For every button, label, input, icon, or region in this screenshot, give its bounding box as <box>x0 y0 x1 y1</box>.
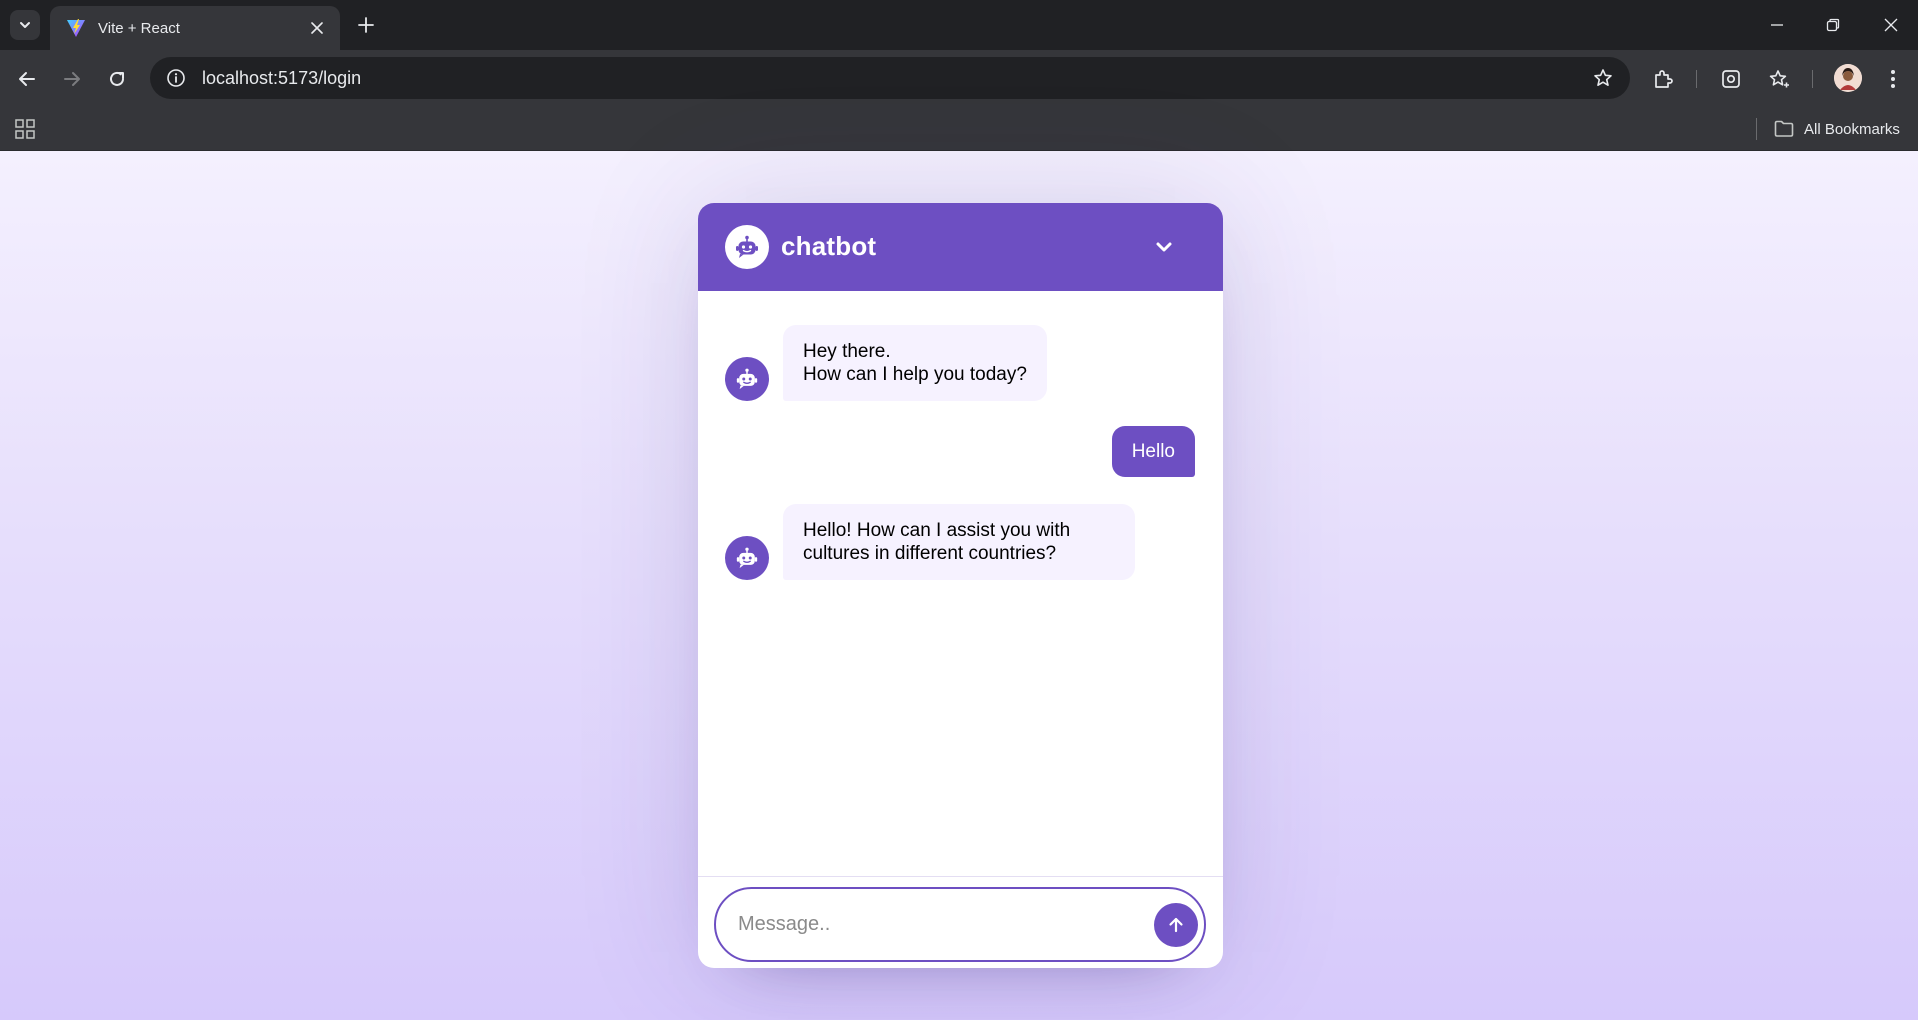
camera-icon <box>1722 70 1740 88</box>
browser-tab[interactable]: Vite + React <box>50 6 340 50</box>
bot-message: Hello! How can I assist you with culture… <box>725 504 1135 580</box>
chat-body: Hey there. How can I help you today? Hel… <box>698 291 1223 876</box>
robot-icon <box>736 547 758 569</box>
bookmark-star-button[interactable] <box>1588 63 1618 93</box>
info-icon <box>167 69 185 87</box>
star-icon <box>1594 69 1612 86</box>
new-tab-button[interactable] <box>352 11 380 39</box>
reload-icon <box>110 71 124 86</box>
arrow-right-icon <box>64 72 80 86</box>
address-bar[interactable]: localhost:5173/login <box>150 57 1630 99</box>
puzzle-icon <box>1655 70 1673 88</box>
page-viewport: chatbot Hey there. How can I help you to… <box>0 151 1918 1020</box>
bot-avatar <box>725 536 769 580</box>
arrow-up-icon <box>1169 917 1183 932</box>
arrow-left-icon <box>19 72 35 86</box>
robot-icon <box>736 368 758 390</box>
bot-message-text: Hello! How can I assist you with culture… <box>783 504 1135 580</box>
tab-search-button[interactable] <box>10 10 40 40</box>
profile-avatar[interactable] <box>1834 64 1862 92</box>
more-vert-icon <box>1891 70 1895 88</box>
bookmarks-divider <box>1756 118 1757 140</box>
tab-close-button[interactable] <box>306 17 328 39</box>
message-input[interactable] <box>738 913 1154 936</box>
collapse-chat-button[interactable] <box>1144 227 1184 267</box>
bookmarks-bar: All Bookmarks <box>0 108 1918 151</box>
chat-footer <box>698 876 1223 968</box>
all-bookmarks-label: All Bookmarks <box>1804 120 1900 138</box>
close-icon <box>311 22 323 34</box>
reading-list-button[interactable] <box>1764 64 1794 94</box>
chevron-down-icon <box>1156 242 1172 252</box>
back-button[interactable] <box>12 64 42 94</box>
apps-grid-icon[interactable] <box>14 118 36 140</box>
minimize-button[interactable] <box>1762 10 1792 40</box>
tab-title: Vite + React <box>98 19 180 37</box>
vite-logo-icon <box>67 19 85 37</box>
browser-tabstrip: Vite + React <box>0 0 1918 50</box>
reload-button[interactable] <box>102 64 132 94</box>
all-bookmarks-button[interactable]: All Bookmarks <box>1774 115 1900 143</box>
message-composer <box>714 887 1206 962</box>
browser-menu-button[interactable] <box>1878 64 1908 94</box>
chatbot-title: chatbot <box>781 231 877 261</box>
close-icon <box>1884 18 1898 32</box>
toolbar-divider <box>1812 70 1813 88</box>
chevron-down-icon <box>20 22 30 28</box>
bot-message-text: Hey there. How can I help you today? <box>783 325 1047 401</box>
folder-icon <box>1774 120 1794 137</box>
restore-icon <box>1826 18 1840 32</box>
user-message-text: Hello <box>1111 426 1195 477</box>
screenshot-button[interactable] <box>1716 64 1746 94</box>
chatbot-logo <box>725 225 769 269</box>
star-list-icon <box>1769 70 1789 88</box>
bot-avatar <box>725 357 769 401</box>
chatbot-popup: chatbot Hey there. How can I help you to… <box>698 203 1223 968</box>
bot-message: Hey there. How can I help you today? <box>725 325 1047 401</box>
minimize-icon <box>1771 24 1783 26</box>
site-info-button[interactable] <box>164 66 188 90</box>
chat-header: chatbot <box>698 203 1223 291</box>
browser-toolbar: localhost:5173/login <box>0 50 1918 108</box>
url-text: localhost:5173/login <box>202 67 362 88</box>
restore-button[interactable] <box>1818 10 1848 40</box>
forward-button[interactable] <box>57 64 87 94</box>
profile-icon <box>1834 64 1862 92</box>
send-button[interactable] <box>1154 902 1198 947</box>
toolbar-divider <box>1696 70 1697 88</box>
extensions-button[interactable] <box>1648 64 1678 94</box>
robot-icon <box>736 235 758 258</box>
close-window-button[interactable] <box>1876 10 1906 40</box>
plus-icon <box>358 17 374 33</box>
user-message: Hello <box>1111 426 1195 477</box>
